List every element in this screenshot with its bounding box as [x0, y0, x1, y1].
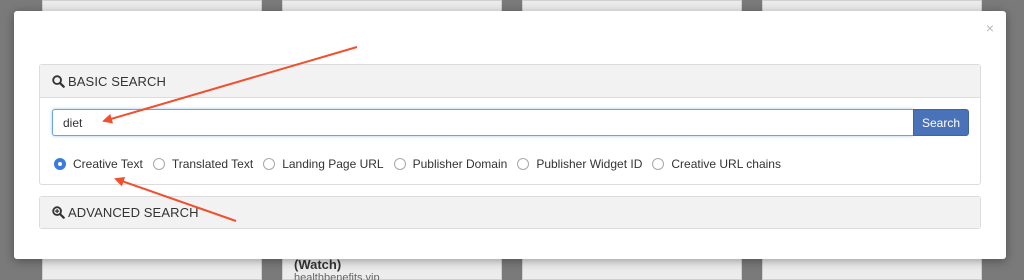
radio-circle[interactable]	[152, 158, 165, 170]
radio-label: Publisher Widget ID	[536, 157, 643, 171]
radio-circle[interactable]	[517, 158, 530, 170]
radio-label: Publisher Domain	[412, 157, 508, 171]
radio-label: Landing Page URL	[282, 157, 384, 171]
basic-search-header[interactable]: BASIC SEARCH	[40, 65, 980, 98]
radio-creative-text[interactable]: Creative Text	[54, 157, 143, 171]
background-card-subtitle: healthbenefits.vip	[294, 272, 380, 280]
search-input[interactable]	[52, 109, 913, 136]
advanced-search-panel: ADVANCED SEARCH	[39, 196, 981, 229]
radio-label: Creative URL chains	[671, 157, 781, 171]
search-button[interactable]: Search	[913, 109, 969, 136]
radio-circle[interactable]	[652, 158, 665, 170]
background-card-title: (Watch)	[294, 257, 342, 272]
advanced-search-header[interactable]: ADVANCED SEARCH	[40, 197, 980, 228]
radio-translated-text[interactable]: Translated Text	[152, 157, 254, 171]
close-icon[interactable]: ×	[986, 21, 994, 35]
search-modal: × BASIC SEARCH Search Creative Text Tran…	[14, 11, 1006, 259]
radio-creative-url-chains[interactable]: Creative URL chains	[652, 157, 781, 171]
radio-label: Translated Text	[171, 157, 254, 171]
basic-search-title: BASIC SEARCH	[68, 73, 167, 89]
radio-label: Creative Text	[73, 157, 143, 171]
radio-circle-checked[interactable]	[54, 158, 66, 170]
search-icon	[52, 74, 65, 88]
radio-landing-page-url[interactable]: Landing Page URL	[263, 157, 384, 171]
radio-publisher-widget-id[interactable]: Publisher Widget ID	[517, 157, 642, 171]
advanced-search-title: ADVANCED SEARCH	[68, 205, 199, 220]
radio-publisher-domain[interactable]: Publisher Domain	[393, 157, 508, 171]
search-row: Search	[52, 109, 969, 136]
zoom-in-icon	[52, 206, 65, 219]
radio-circle[interactable]	[393, 158, 406, 170]
basic-search-panel: BASIC SEARCH Search Creative Text Transl…	[39, 64, 981, 185]
radio-circle[interactable]	[263, 158, 276, 170]
search-type-options: Creative Text Translated Text Landing Pa…	[54, 157, 791, 171]
